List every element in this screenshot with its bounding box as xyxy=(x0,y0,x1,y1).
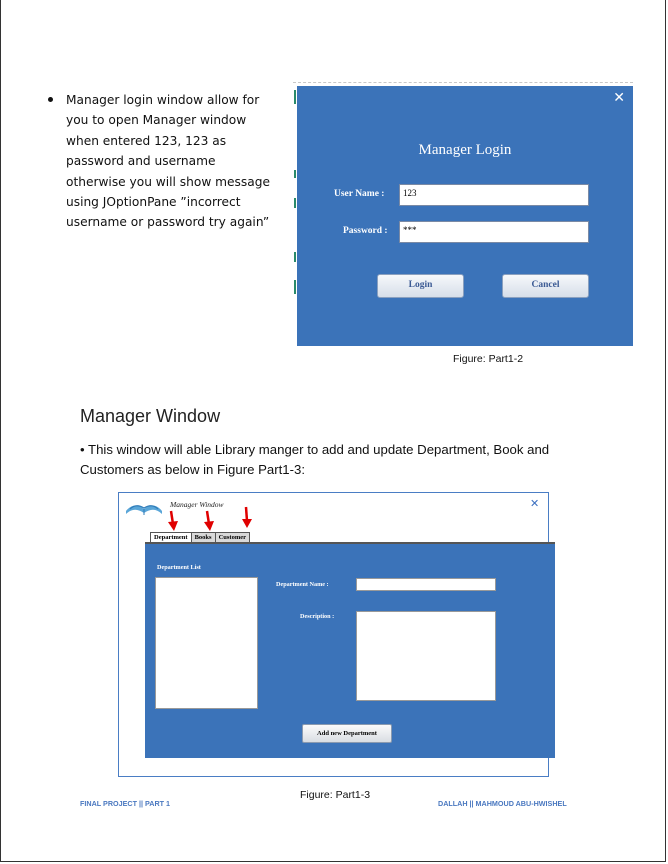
close-icon[interactable]: ✕ xyxy=(613,90,625,106)
login-description-text: Manager login window allow for you to op… xyxy=(66,93,270,230)
figure-caption-part1-3: Figure: Part1-3 xyxy=(300,789,371,801)
password-label: Password : xyxy=(343,226,388,236)
department-list[interactable] xyxy=(155,577,258,709)
figure-caption-part1-2: Figure: Part1-2 xyxy=(453,353,524,365)
red-arrow-icon xyxy=(204,510,214,531)
department-list-label: Department List xyxy=(157,564,201,571)
cancel-button[interactable]: Cancel xyxy=(502,274,589,298)
username-label: User Name : xyxy=(334,189,385,199)
password-field[interactable]: *** xyxy=(399,221,589,243)
add-department-button[interactable]: Add new Department xyxy=(302,724,392,743)
manager-login-window: ✕ Manager Login User Name : 123 Password… xyxy=(297,86,633,346)
description-label: Description : xyxy=(300,613,335,620)
login-button[interactable]: Login xyxy=(377,274,464,298)
login-title: Manager Login xyxy=(418,142,512,158)
footer-left: FINAL PROJECT || PART 1 xyxy=(80,799,171,808)
description-field[interactable] xyxy=(356,611,496,701)
section-heading: Manager Window xyxy=(80,406,221,426)
department-name-label: Department Name : xyxy=(276,581,329,588)
manager-window-title: Manager Window xyxy=(170,500,224,509)
bullet-dot xyxy=(48,97,53,102)
department-name-field[interactable] xyxy=(356,578,496,591)
red-arrow-icon xyxy=(168,510,178,531)
footer-right: DALLAH || MAHMOUD ABU-HWISHEL xyxy=(438,799,567,808)
login-description-bullet: Manager login window allow for you to op… xyxy=(48,90,278,233)
username-field[interactable]: 123 xyxy=(399,184,589,206)
open-book-icon xyxy=(126,505,162,515)
close-icon[interactable]: ✕ xyxy=(530,497,539,510)
red-arrow-icon xyxy=(242,506,252,528)
section-bullet-text: • This window will able Library manger t… xyxy=(80,442,550,477)
